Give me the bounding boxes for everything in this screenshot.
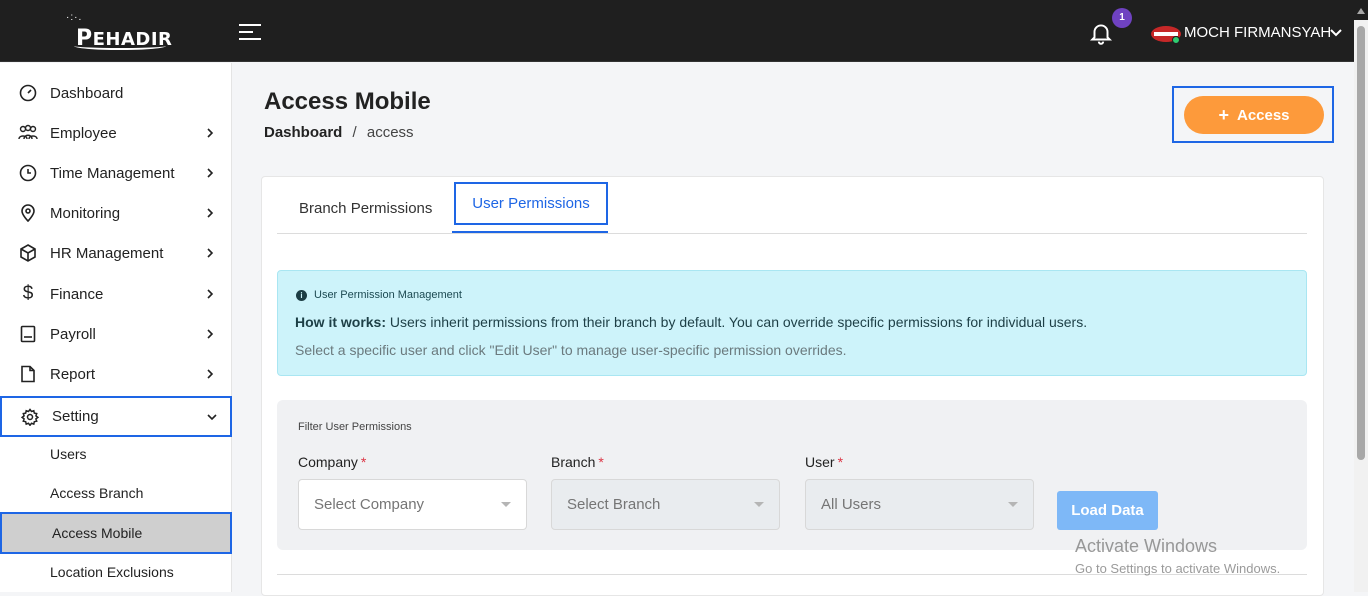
logo[interactable]: ·:·. PEHADIR bbox=[64, 12, 174, 52]
sidebar-item-hr-management[interactable]: HR Management bbox=[0, 234, 232, 272]
load-data-button[interactable]: Load Data bbox=[1057, 491, 1158, 530]
sidebar-item-label: Setting bbox=[52, 408, 99, 425]
sidebar-item-label: HR Management bbox=[50, 244, 164, 262]
breadcrumb-root[interactable]: Dashboard bbox=[264, 124, 342, 141]
sidebar-item-time-management[interactable]: Time Management bbox=[0, 154, 232, 192]
branch-select-value: Select Branch bbox=[567, 496, 661, 513]
tab-branch-permissions[interactable]: Branch Permissions bbox=[299, 200, 432, 217]
gauge-icon bbox=[18, 83, 38, 103]
branch-select[interactable]: Select Branch bbox=[551, 479, 780, 530]
sidebar-item-label: Finance bbox=[50, 285, 104, 303]
info-alert-lead: How it works: bbox=[295, 314, 387, 330]
user-select-value: All Users bbox=[821, 496, 882, 513]
info-icon: i bbox=[296, 289, 307, 301]
activate-windows-watermark: Activate Windows bbox=[1075, 536, 1218, 556]
chevron-down-icon[interactable] bbox=[1330, 28, 1342, 38]
chevron-right-icon bbox=[207, 248, 214, 258]
page-title: Access Mobile bbox=[264, 88, 431, 115]
sidebar-subitem-location-exclusions[interactable]: Location Exclusions bbox=[0, 553, 232, 591]
bell-icon[interactable] bbox=[1088, 20, 1114, 46]
company-label: Company * bbox=[298, 454, 366, 470]
sidebar-item-label: Monitoring bbox=[50, 204, 121, 222]
company-label-text: Company bbox=[298, 454, 358, 470]
sidebar-item-report[interactable]: Report bbox=[0, 355, 232, 393]
logo-dots: ·:·. bbox=[66, 12, 83, 23]
info-alert-hint: Select a specific user and click "Edit U… bbox=[295, 342, 847, 358]
chevron-down-icon bbox=[207, 413, 217, 420]
company-select[interactable]: Select Company bbox=[298, 479, 527, 530]
required-mark: * bbox=[598, 454, 604, 470]
sidebar-item-setting[interactable]: Setting bbox=[0, 396, 232, 437]
sidebar-subitem-label: Access Branch bbox=[50, 485, 144, 501]
chevron-right-icon bbox=[207, 128, 214, 138]
chevron-right-icon bbox=[207, 208, 214, 218]
sidebar-item-label: Time Management bbox=[50, 164, 175, 182]
sidebar-subitem-label: Users bbox=[50, 446, 87, 462]
filter-title: Filter User Permissions bbox=[298, 421, 412, 433]
notification-badge: 1 bbox=[1112, 8, 1132, 28]
file-icon bbox=[18, 364, 38, 384]
add-access-button-label: Access bbox=[1236, 106, 1290, 124]
scrollbar-thumb[interactable] bbox=[1357, 26, 1365, 460]
info-alert-description: How it works: Users inherit permissions … bbox=[295, 314, 1087, 330]
info-alert-text: Users inherit permissions from their bra… bbox=[386, 314, 1088, 330]
sidebar-item-label: Dashboard bbox=[50, 84, 124, 102]
user-select[interactable]: All Users bbox=[805, 479, 1034, 530]
tabs-divider bbox=[277, 233, 1307, 234]
avatar[interactable] bbox=[1150, 24, 1182, 44]
sidebar-subitem-access-mobile[interactable]: Access Mobile bbox=[0, 512, 232, 554]
user-label: User * bbox=[805, 454, 843, 470]
add-access-button[interactable]: + Access bbox=[1184, 96, 1324, 134]
chevron-right-icon bbox=[207, 289, 214, 299]
branch-label-text: Branch bbox=[551, 454, 596, 470]
top-bar: ·:·. PEHADIR 1 MOCH FIRMANSYAH bbox=[0, 0, 1368, 62]
info-alert-title-text: User Permission Management bbox=[314, 289, 462, 301]
chevron-right-icon bbox=[207, 168, 214, 178]
dollar-icon: $ bbox=[22, 283, 34, 304]
logo-swoosh bbox=[74, 42, 166, 50]
chevron-right-icon bbox=[207, 329, 214, 339]
ledger-icon bbox=[18, 324, 38, 344]
user-label-text: User bbox=[805, 454, 835, 470]
chevron-right-icon bbox=[207, 369, 214, 379]
tab-user-permissions[interactable]: User Permissions bbox=[454, 182, 608, 225]
activate-windows-hint: Go to Settings to activate Windows. bbox=[1075, 561, 1281, 576]
breadcrumb: Dashboard / access bbox=[264, 124, 414, 141]
sidebar-item-label: Payroll bbox=[50, 325, 96, 343]
people-icon bbox=[18, 123, 38, 143]
menu-toggle-icon[interactable] bbox=[239, 24, 261, 40]
sidebar-subitem-access-branch[interactable]: Access Branch bbox=[0, 474, 232, 512]
breadcrumb-separator: / bbox=[352, 124, 357, 141]
sidebar-subitem-label: Access Mobile bbox=[52, 525, 143, 541]
location-pin-icon bbox=[18, 203, 38, 223]
scroll-up-arrow-icon[interactable] bbox=[1357, 8, 1365, 14]
caret-down-icon bbox=[754, 502, 764, 507]
info-alert-title: i User Permission Management bbox=[296, 289, 462, 301]
sidebar-item-finance[interactable]: $ Finance bbox=[0, 275, 232, 313]
caret-down-icon bbox=[501, 502, 511, 507]
sidebar-item-payroll[interactable]: Payroll bbox=[0, 315, 232, 353]
breadcrumb-current: access bbox=[366, 124, 414, 141]
box-icon bbox=[18, 243, 38, 263]
sidebar-item-label: Employee bbox=[50, 124, 117, 142]
clock-icon bbox=[18, 163, 38, 183]
active-tab-indicator bbox=[452, 231, 608, 233]
sidebar-subitem-label: Location Exclusions bbox=[50, 564, 174, 580]
sidebar-subitem-users[interactable]: Users bbox=[0, 435, 232, 473]
user-name[interactable]: MOCH FIRMANSYAH bbox=[1184, 24, 1331, 41]
caret-down-icon bbox=[1008, 502, 1018, 507]
required-mark: * bbox=[360, 454, 367, 470]
required-mark: * bbox=[837, 454, 844, 470]
branch-label: Branch * bbox=[551, 454, 604, 470]
sidebar-item-dashboard[interactable]: Dashboard bbox=[0, 74, 232, 112]
company-select-value: Select Company bbox=[314, 496, 425, 513]
sidebar-item-monitoring[interactable]: Monitoring bbox=[0, 194, 232, 232]
gear-icon bbox=[20, 407, 40, 427]
plus-icon: + bbox=[1218, 104, 1229, 125]
sidebar-item-employee[interactable]: Employee bbox=[0, 114, 232, 152]
sidebar-item-label: Report bbox=[50, 365, 96, 383]
